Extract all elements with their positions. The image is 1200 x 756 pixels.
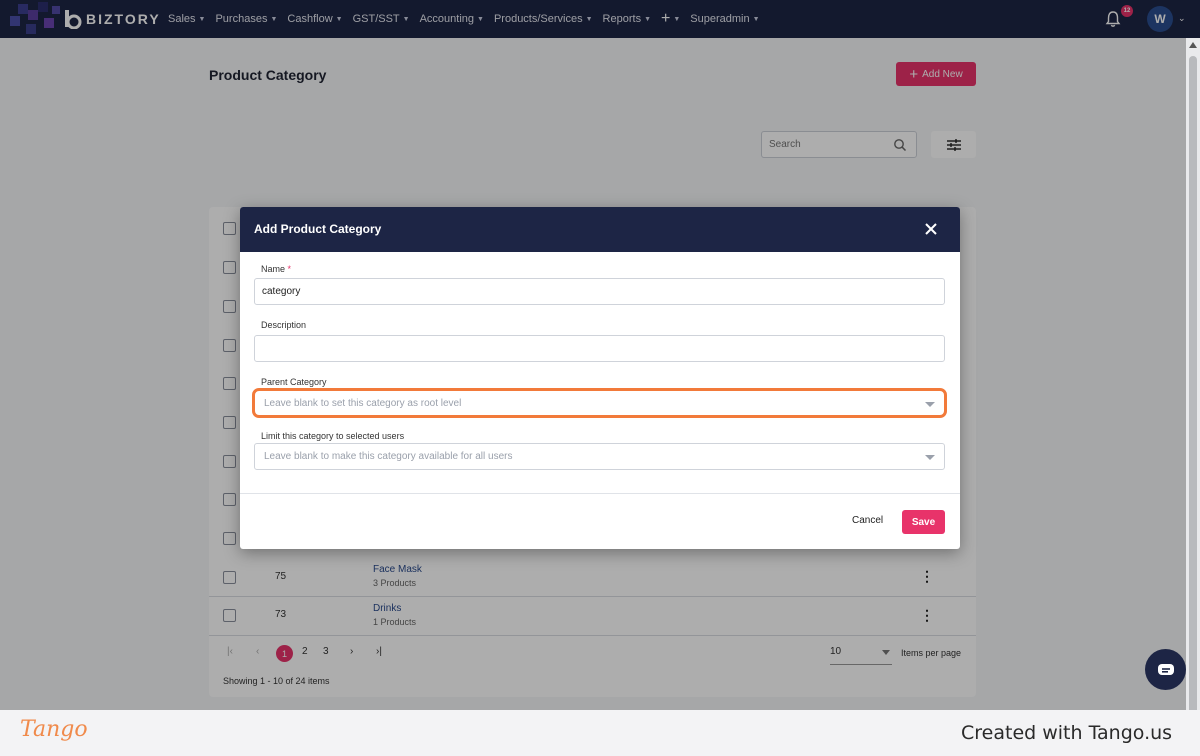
- name-label: Name *: [261, 264, 292, 274]
- description-label: Description: [261, 320, 307, 330]
- close-icon[interactable]: [924, 222, 938, 236]
- dropdown-caret-icon: [925, 402, 935, 407]
- add-product-category-dialog: Add Product Category Name * category Des…: [240, 207, 960, 549]
- dialog-header: Add Product Category: [240, 207, 960, 252]
- chat-button[interactable]: [1145, 649, 1186, 690]
- tango-credit: Created with Tango.us: [961, 722, 1173, 744]
- limit-users-placeholder: Leave blank to make this category availa…: [264, 451, 513, 462]
- dropdown-caret-icon: [925, 455, 935, 460]
- cancel-button[interactable]: Cancel: [852, 515, 883, 526]
- tango-logo: Tango: [20, 717, 88, 742]
- scroll-up-arrow-icon[interactable]: [1189, 42, 1197, 48]
- parent-category-label: Parent Category: [261, 377, 327, 387]
- limit-users-label: Limit this category to selected users: [261, 431, 405, 441]
- parent-category-placeholder: Leave blank to set this category as root…: [264, 398, 462, 409]
- page-scrollbar[interactable]: [1186, 38, 1200, 716]
- save-button[interactable]: Save: [902, 510, 945, 534]
- scroll-thumb[interactable]: [1189, 56, 1197, 716]
- required-mark: *: [287, 264, 292, 274]
- parent-category-select[interactable]: Leave blank to set this category as root…: [254, 390, 945, 417]
- description-field[interactable]: [254, 335, 945, 362]
- limit-users-select[interactable]: Leave blank to make this category availa…: [254, 443, 945, 470]
- dialog-footer-divider: [240, 493, 960, 494]
- chat-icon: [1157, 663, 1174, 675]
- dialog-title: Add Product Category: [254, 222, 382, 236]
- name-field[interactable]: category: [254, 278, 945, 305]
